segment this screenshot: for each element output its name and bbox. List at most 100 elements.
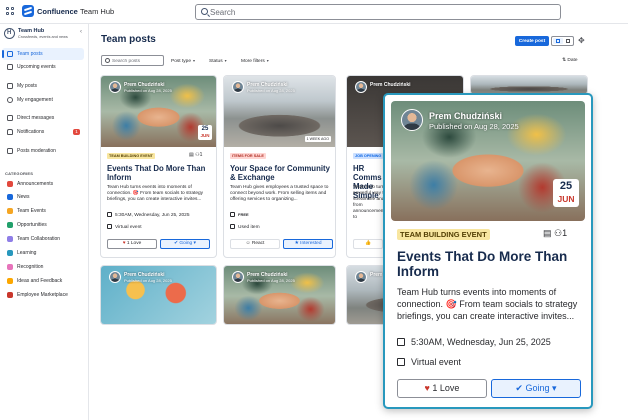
post-search[interactable] (101, 55, 164, 66)
react-label: React (251, 241, 265, 246)
categories-heading: CATEGORIES (5, 171, 34, 176)
filter-post-type[interactable]: Post type ▾ (168, 55, 195, 66)
event-location: Virtual event (397, 357, 461, 367)
create-post-button[interactable]: Create post (515, 36, 549, 46)
category-learning[interactable]: Learning (2, 247, 84, 259)
global-search[interactable] (195, 4, 561, 20)
sort-icon: ⇅ (562, 58, 567, 63)
sidebar-subtitle: Crossfeeds, events and news (18, 35, 68, 39)
calendar-icon (107, 212, 112, 217)
search-icon (201, 8, 208, 15)
shield-icon (7, 148, 13, 154)
sidebar-item-direct-messages[interactable]: Direct messages (2, 112, 84, 124)
news-icon (7, 194, 13, 200)
category-tag[interactable]: ITEMS FOR SALE (230, 153, 266, 159)
page-title: Team posts (101, 34, 156, 45)
category-tag[interactable]: TEAM BUILDING EVENT (107, 153, 155, 159)
category-opportunities[interactable]: Opportunities (2, 219, 84, 231)
category-ideas-and-feedback[interactable]: Ideas and Feedback (2, 275, 84, 287)
love-button[interactable]: ♥ 1 Love (107, 239, 157, 249)
reaction-button[interactable]: 👍 (353, 239, 383, 249)
event-date-badge: 25 JUN (553, 179, 579, 207)
category-label: Ideas and Feedback (17, 278, 63, 284)
event-time: 5:30AM, Wednesday, Jun 25, 2025 (397, 337, 551, 347)
sidebar-item-upcoming-events[interactable]: Upcoming events (2, 61, 84, 73)
collapse-sidebar-icon[interactable]: ‹ (80, 29, 87, 36)
category-news[interactable]: News (2, 191, 84, 203)
comment-icon[interactable]: ▤ (543, 228, 552, 238)
price-tag-icon (230, 212, 235, 217)
app-switcher-icon[interactable] (6, 7, 14, 15)
going-button[interactable]: ✔ Going ▾ (491, 379, 581, 398)
sidebar-item-team-posts[interactable]: Team posts (2, 48, 84, 60)
post-description: Team Hub turns events into moments of co… (397, 287, 578, 321)
event-location-text: Virtual event (411, 357, 461, 367)
post-card[interactable]: Prem Chudziński Published on Aug 28, 202… (100, 75, 217, 258)
category-employee-marketplace[interactable]: Employee Marketplace (2, 289, 84, 301)
grid-view-button[interactable] (553, 38, 563, 44)
published-date: Published on Aug 28, 2025 (247, 278, 295, 283)
going-button[interactable]: ✔ Going ▾ (160, 239, 210, 249)
confluence-logo-icon[interactable] (22, 5, 34, 17)
category-announcements[interactable]: Announcements (2, 178, 84, 190)
document-icon (7, 83, 13, 89)
category-recognition[interactable]: Recognition (2, 261, 84, 273)
post-description: Team Hub turns powerful way to streamlin… (353, 185, 388, 220)
brand-name[interactable]: Confluence (37, 7, 78, 16)
post-title[interactable]: Events That Do More Than Inform (397, 249, 587, 279)
person-icon (7, 97, 13, 103)
video-icon (397, 358, 405, 366)
sidebar-item-notifications[interactable]: Notifications 1 (2, 126, 84, 138)
avatar (232, 81, 244, 93)
post-search-input[interactable] (112, 57, 162, 65)
category-team-collaboration[interactable]: Team Collaboration (2, 233, 84, 245)
category-tag[interactable]: JOB OPENING (353, 153, 384, 159)
list-view-button[interactable] (563, 38, 573, 44)
filter-label: Status (209, 59, 223, 64)
sort-by-date[interactable]: ⇅ Date (562, 55, 578, 66)
filter-label: More filters (241, 59, 265, 64)
learning-icon (7, 250, 13, 256)
participant-count: 1 (199, 152, 203, 158)
comment-icon[interactable]: ▤ (189, 152, 194, 158)
event-time-text: 5:30AM, Wednesday, Jun 25, 2025 (115, 213, 190, 218)
category-tag[interactable]: TEAM BUILDING EVENT (397, 229, 490, 240)
search-input[interactable] (210, 6, 550, 18)
event-time: 5:30AM, Wednesday, Jun 25, 2025 (107, 212, 190, 218)
avatar (355, 81, 367, 93)
sidebar-item-my-posts[interactable]: My posts (2, 80, 84, 92)
sidebar-item-my-engagement[interactable]: My engagement (2, 94, 84, 106)
post-card[interactable] (470, 75, 588, 95)
zoomed-post-card[interactable]: Prem Chudziński Published on Aug 28, 202… (383, 93, 593, 409)
interested-button[interactable]: ★ Interested (283, 239, 333, 249)
sidebar-item-label: Notifications (17, 129, 45, 135)
heart-icon: ♥ (424, 383, 430, 393)
marketplace-icon (7, 292, 13, 298)
post-card[interactable]: Prem Chudziński Published on Aug 28, 202… (100, 265, 217, 325)
category-label: Opportunities (17, 222, 47, 228)
post-card[interactable]: Prem Chudziński Published on Aug 28, 202… (223, 265, 336, 325)
post-card[interactable]: Prem Chudziński Published on Aug 28, 202… (223, 75, 336, 258)
settings-icon[interactable]: ✥ (578, 37, 586, 45)
space-name[interactable]: Team Hub (80, 7, 114, 16)
category-label: Recognition (17, 264, 44, 270)
love-label: 1 Love (432, 383, 460, 393)
participants-icon[interactable]: ⚇ (554, 228, 562, 238)
post-description: Team Hub turns events into moments of co… (107, 185, 204, 202)
participant-count: 1 (562, 228, 568, 238)
post-title[interactable]: Events That Do More Than Inform (107, 164, 212, 182)
post-title[interactable]: Your Space for Community & Exchange (230, 164, 333, 182)
calendar-icon (7, 64, 13, 70)
event-day: 25 (201, 126, 209, 132)
calendar-icon (397, 338, 405, 346)
avatar (401, 109, 423, 131)
sidebar-item-posts-moderation[interactable]: Posts moderation (2, 145, 84, 157)
sidebar-header[interactable]: Team Hub Crossfeeds, events and news (4, 26, 84, 42)
sidebar: Team Hub Crossfeeds, events and news ‹ T… (0, 24, 89, 420)
react-button[interactable]: ☺ React (230, 239, 280, 249)
filter-more[interactable]: More filters ▾ (238, 55, 269, 66)
filter-status[interactable]: Status ▾ (206, 55, 227, 66)
post-description: Team Hub gives employees a trusted space… (230, 185, 329, 202)
category-team-events[interactable]: Team Events (2, 205, 84, 217)
love-button[interactable]: ♥ 1 Love (397, 379, 487, 398)
